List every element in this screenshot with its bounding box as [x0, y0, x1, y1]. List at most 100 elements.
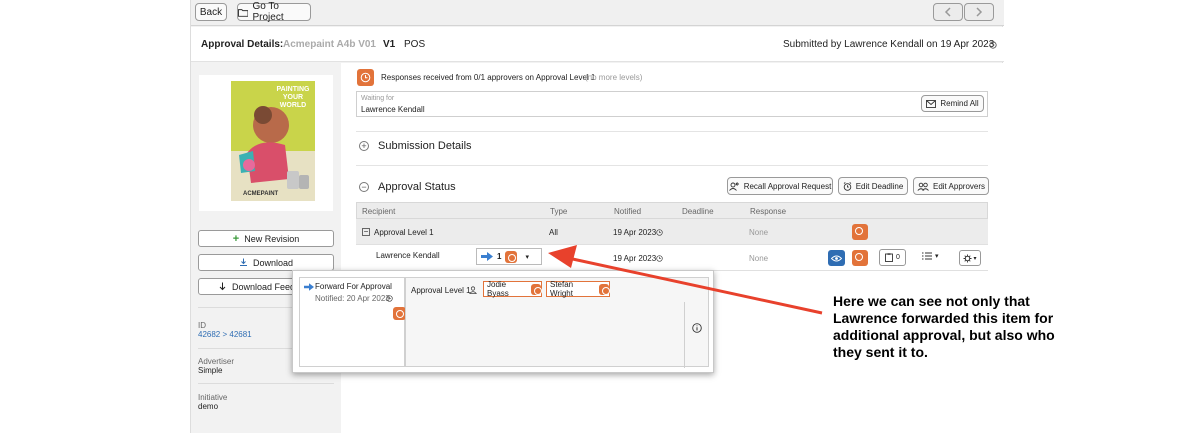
prev-arrow-button[interactable]	[933, 3, 963, 21]
submission-details-title: Submission Details	[378, 140, 472, 152]
popup-level: Approval Level 1	[411, 286, 471, 295]
forward-arrow-icon	[304, 283, 314, 291]
settings-menu-button[interactable]: ▾	[959, 250, 981, 266]
remind-all-button[interactable]: Remind All	[921, 95, 984, 112]
clock-icon	[656, 229, 663, 236]
column-deadline: Deadline	[682, 207, 714, 216]
chevron-down-icon: ▾	[973, 255, 977, 262]
level-notified: 19 Apr 2023	[613, 228, 657, 237]
pending-clock-icon	[852, 224, 868, 240]
popup-info-divider	[684, 302, 685, 368]
clock-icon	[386, 295, 393, 302]
chevron-down-icon: ▾	[935, 253, 939, 260]
list-menu-button[interactable]: ▾	[922, 252, 939, 260]
section-divider	[356, 165, 988, 166]
back-button-label: Back	[199, 6, 223, 18]
column-notified: Notified	[614, 207, 642, 216]
pending-clock-icon	[598, 283, 611, 295]
recipient-chip-stefan[interactable]: Stefan Wright	[546, 280, 611, 298]
edit-approvers-button[interactable]: Edit Approvers	[913, 177, 989, 195]
main-panel: Responses received from 0/1 approvers on…	[341, 63, 1004, 433]
recipient-response: None	[749, 254, 769, 263]
alarm-clock-icon	[843, 181, 851, 191]
top-bar: Back Go To Project	[191, 0, 1004, 26]
download-button[interactable]: Download	[198, 254, 334, 271]
submitted-info: Submitted by Lawrence Kendall on 19 Apr …	[783, 39, 995, 50]
poster-headline-2: YOUR	[283, 94, 303, 101]
version-label: V1	[383, 39, 396, 50]
asset-type: POS	[404, 39, 426, 50]
go-to-project-button[interactable]: Go To Project	[237, 1, 311, 23]
sidebar-divider	[198, 383, 334, 384]
id-value[interactable]: 42682 > 42681	[198, 330, 252, 339]
column-type: Type	[550, 207, 568, 216]
comments-count: 0	[896, 254, 900, 261]
pending-clock-icon	[530, 283, 543, 295]
recipient-chip-name: Stefan Wright	[550, 280, 574, 298]
asset-thumbnail[interactable]: PAINTING YOUR WORLD ACMEPAINT	[199, 75, 333, 211]
column-response: Response	[750, 207, 787, 216]
edit-deadline-button[interactable]: Edit Deadline	[838, 177, 908, 195]
approval-table-header: Recipient Type Notified Deadline Respons…	[356, 202, 988, 219]
level-response: None	[749, 228, 769, 237]
recipient-chip-jodie[interactable]: Jodie Byass	[483, 280, 543, 298]
approval-header: Approval Details: Acmepaint A4b V01 V1 P…	[191, 27, 1004, 62]
edit-deadline-label: Edit Deadline	[855, 181, 904, 191]
view-button[interactable]	[828, 250, 845, 266]
pending-clock-icon	[505, 250, 518, 263]
download-label: Download	[252, 257, 294, 268]
asset-name: Acmepaint A4b V01	[283, 39, 376, 50]
forward-arrow-icon	[481, 252, 493, 261]
collapse-level-icon[interactable]: −	[362, 228, 370, 236]
waiting-label: Waiting for	[361, 95, 395, 102]
annotation-text: Here we can see not only that Lawrence f…	[833, 293, 1055, 360]
list-icon	[922, 252, 932, 260]
initiative-label: Initiative	[198, 393, 228, 402]
go-to-project-label: Go To Project	[252, 1, 284, 23]
forward-indicator[interactable]: 1 ▾	[476, 248, 542, 265]
approval-status-title: Approval Status	[378, 181, 456, 193]
responses-status-icon	[357, 69, 374, 86]
comments-button[interactable]: 0	[879, 249, 906, 266]
remind-all-label: Remind All	[940, 99, 979, 108]
approval-status-toggle[interactable]: − Approval Status	[359, 181, 456, 193]
poster-image: PAINTING YOUR WORLD ACMEPAINT	[231, 81, 315, 201]
people-icon	[917, 182, 929, 191]
new-revision-label: New Revision	[244, 233, 300, 244]
info-icon[interactable]	[692, 323, 702, 333]
submission-details-toggle[interactable]: + Submission Details	[359, 140, 472, 152]
plus-icon: +	[232, 232, 240, 245]
recipient-name: Lawrence Kendall	[376, 251, 440, 260]
column-recipient: Recipient	[362, 207, 396, 216]
forward-dropdown-icon[interactable]: ▾	[525, 253, 529, 261]
recipient-chip-name: Jodie Byass	[487, 280, 509, 298]
chevron-left-icon	[944, 7, 951, 17]
user-icon	[469, 286, 477, 294]
section-divider	[356, 131, 988, 132]
collapse-icon: −	[359, 182, 369, 192]
waiting-value: Lawrence Kendall	[361, 105, 425, 114]
advertiser-value: Simple	[198, 366, 223, 375]
clock-icon	[360, 72, 371, 83]
id-label: ID	[198, 321, 206, 330]
recall-icon	[728, 181, 739, 191]
page-title: Approval Details:	[201, 39, 284, 50]
waiting-for-box: Waiting for Lawrence Kendall Remind All	[356, 91, 988, 117]
new-revision-button[interactable]: + New Revision	[198, 230, 334, 247]
back-button[interactable]: Back	[195, 3, 227, 21]
level-type: All	[549, 228, 558, 237]
pending-clock-icon	[852, 250, 868, 266]
chevron-right-icon	[976, 7, 983, 17]
expand-icon: +	[359, 141, 369, 151]
popup-notified: Notified: 20 Apr 2023	[315, 294, 390, 303]
poster-headline-1: PAINTING	[277, 86, 310, 93]
mail-icon	[926, 99, 937, 108]
next-arrow-button[interactable]	[964, 3, 994, 21]
edit-approvers-label: Edit Approvers	[932, 181, 986, 191]
arrow-down-icon	[219, 282, 226, 291]
recipient-notified: 19 Apr 2023	[613, 254, 657, 263]
clock-icon	[989, 41, 997, 49]
advertiser-label: Advertiser	[198, 357, 235, 366]
forward-count: 1	[497, 252, 502, 261]
recall-approval-button[interactable]: Recall Approval Request	[727, 177, 833, 195]
